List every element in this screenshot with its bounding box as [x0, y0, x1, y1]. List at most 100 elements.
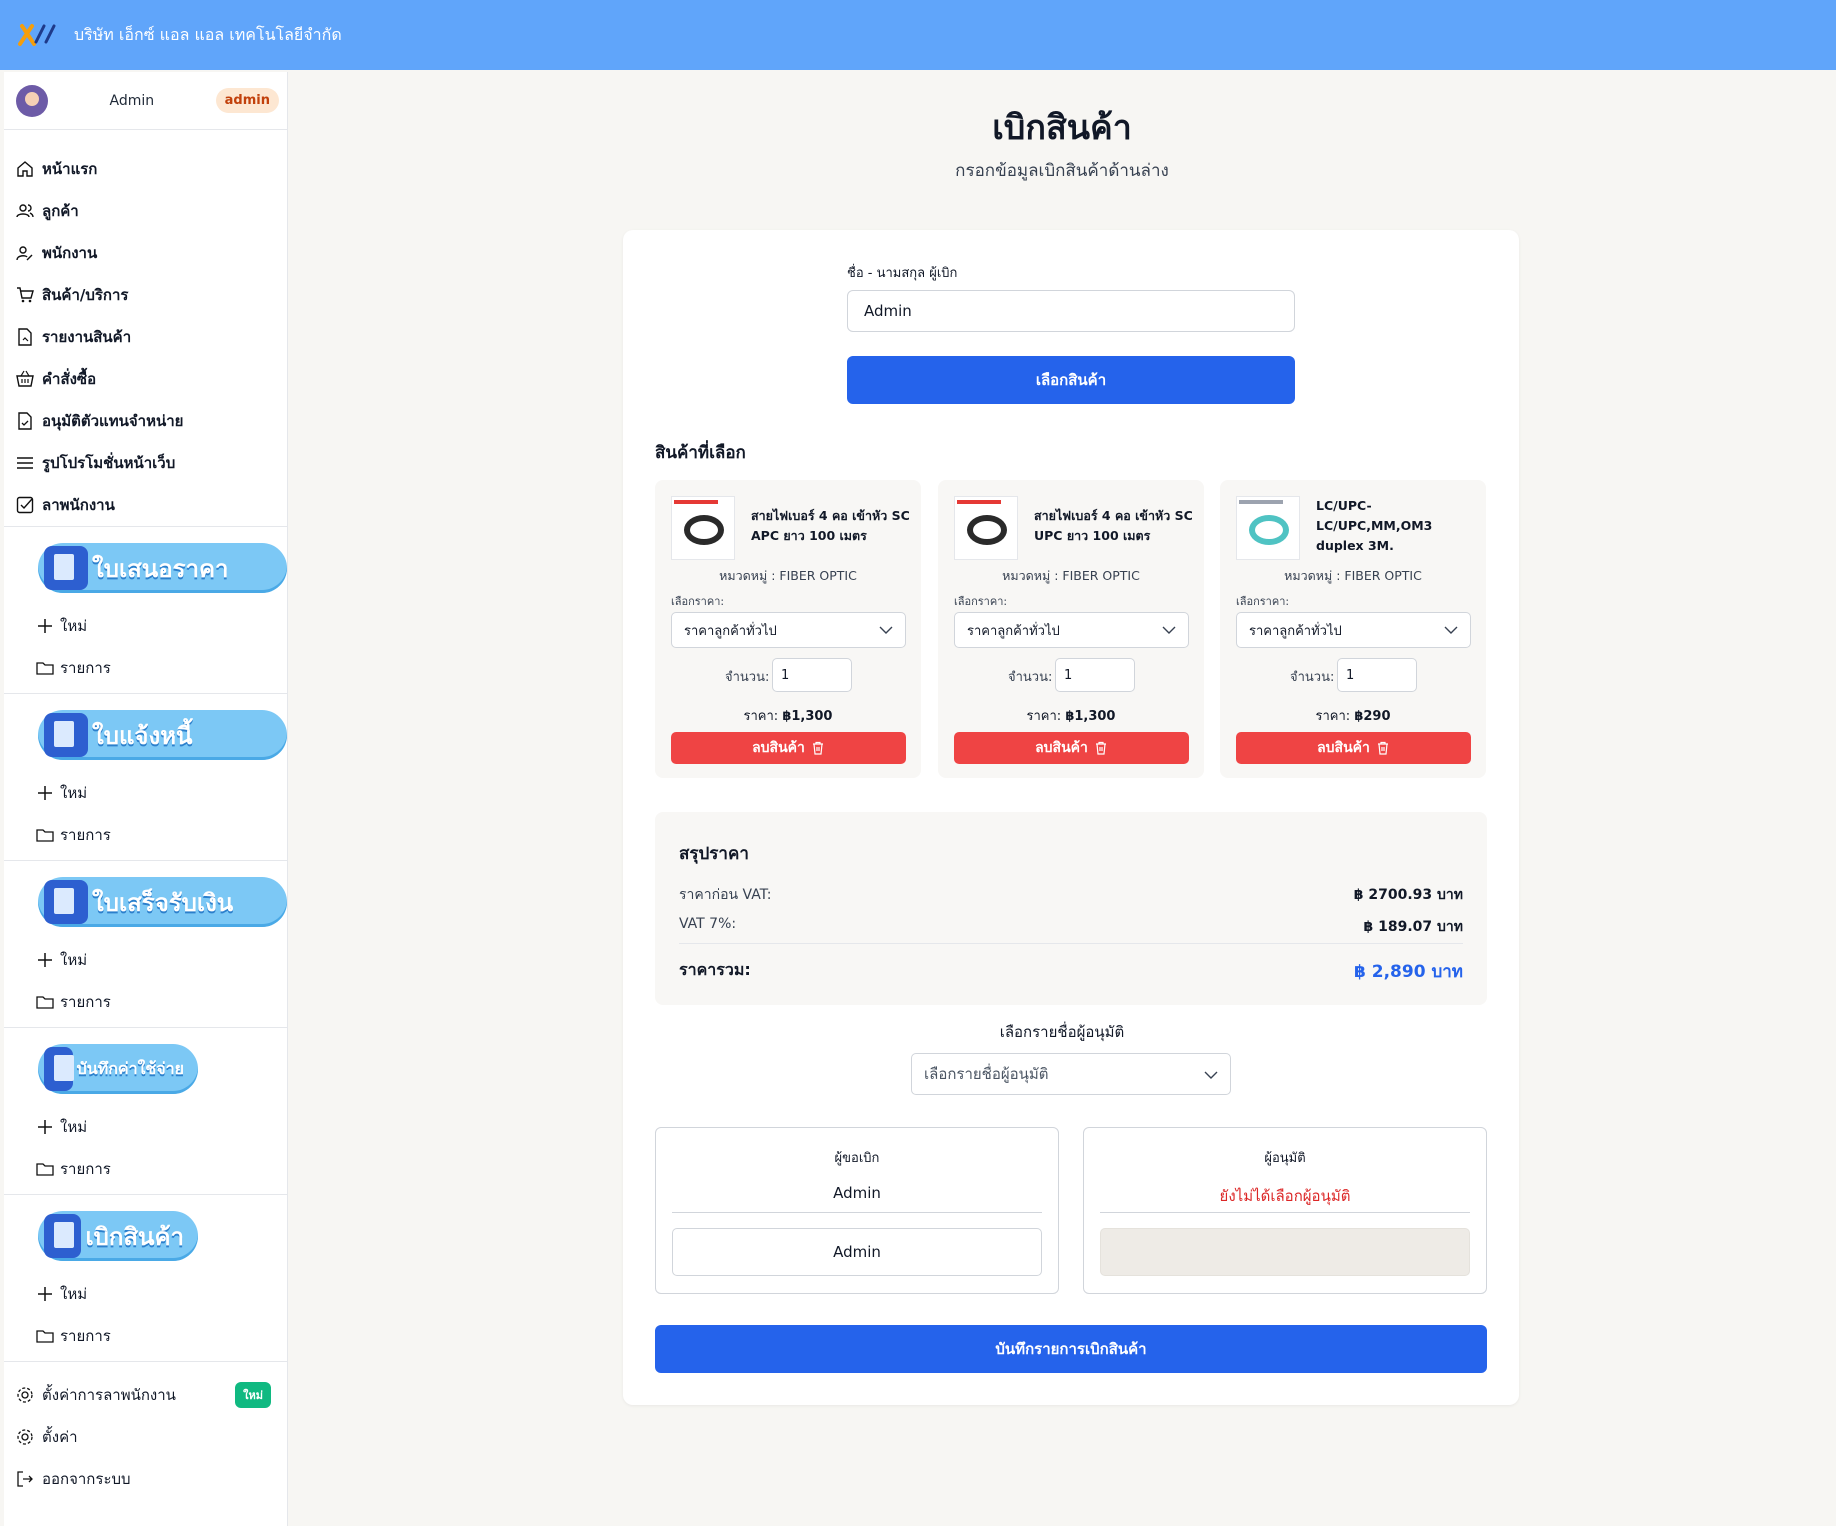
plus-icon — [38, 1120, 52, 1134]
price-select[interactable]: ราคาลูกค้าทั่วไป — [671, 612, 906, 648]
nav-leave[interactable]: ลาพนักงาน — [4, 484, 287, 526]
basket-icon — [16, 370, 34, 387]
approver-select[interactable]: เลือกรายชื่อผู้อนุมัติ — [911, 1053, 1231, 1095]
receipt-list-label: รายการ — [60, 993, 111, 1011]
nav-approve-dealers-label: อนุมัติตัวแทนจำหน่าย — [42, 412, 184, 430]
delete-label: ลบสินค้า — [1035, 740, 1088, 756]
user-name: Admin — [109, 92, 155, 109]
expense-list-label: รายการ — [60, 1160, 111, 1178]
receipt-list[interactable]: รายการ — [4, 981, 287, 1023]
withdrawal-banner[interactable]: เบิกสินค้า — [38, 1211, 198, 1261]
select-products-button[interactable]: เลือกสินค้า — [847, 356, 1295, 404]
avatar[interactable] — [16, 84, 48, 117]
company-logo[interactable] — [18, 22, 58, 48]
quotation-banner[interactable]: ใบเสนอราคา — [38, 543, 287, 593]
quotation-list[interactable]: รายการ — [4, 647, 287, 689]
invoice-new[interactable]: ใหม่ — [4, 772, 287, 814]
summary-divider — [679, 943, 1463, 944]
file-check-icon — [18, 412, 32, 430]
plus-icon — [38, 619, 52, 633]
nav-products-label: สินค้า/บริการ — [42, 286, 129, 304]
product-category: หมวดหมู่ : FIBER OPTIC — [1002, 568, 1140, 583]
product-card: สายไฟเบอร์ 4 คอ เข้าหัว SC APC ยาว 100 เ… — [655, 480, 921, 778]
nav-customers[interactable]: ลูกค้า — [4, 190, 287, 232]
section-withdrawal: เบิกสินค้า ใหม่ รายการ — [4, 1194, 287, 1361]
folder-icon — [36, 1330, 54, 1343]
plus-icon — [38, 953, 52, 967]
delete-product-button[interactable]: ลบสินค้า — [954, 732, 1189, 764]
approver-select-placeholder: เลือกรายชื่อผู้อนุมัติ — [924, 1065, 1049, 1083]
nav-product-report[interactable]: รายงานสินค้า — [4, 316, 287, 358]
role-badge: admin — [215, 88, 279, 113]
requester-label: ชื่อ - นามสกุล ผู้เบิก — [847, 266, 958, 281]
section-expense: บันทึกค่าใช้จ่าย ใหม่ รายการ — [4, 1027, 287, 1194]
nav-orders[interactable]: คำสั่งซื้อ — [4, 358, 287, 400]
withdrawal-icon — [44, 1214, 82, 1258]
folder-icon — [36, 996, 54, 1009]
invoice-list[interactable]: รายการ — [4, 814, 287, 856]
requester-signature-box: ผู้ขอเบิก Admin Admin — [655, 1127, 1059, 1294]
withdrawal-list[interactable]: รายการ — [4, 1315, 287, 1357]
folder-icon — [36, 829, 54, 842]
quantity-label: จำนวน: — [1290, 670, 1335, 685]
receipt-banner[interactable]: ใบเสร็จรับเงิน — [38, 877, 287, 927]
nav-products[interactable]: สินค้า/บริการ — [4, 274, 287, 316]
quantity-input[interactable]: 1 — [1055, 658, 1135, 692]
logout-link[interactable]: ออกจากระบบ — [4, 1458, 287, 1500]
leave-settings-link[interactable]: ตั้งค่าการลาพนักงาน ใหม่ — [4, 1374, 287, 1416]
nav-promotions[interactable]: รูปโปรโมชั่นหน้าเว็บ — [4, 442, 287, 484]
chevron-down-icon — [879, 626, 893, 634]
approver-signature-box: ผู้อนุมัติ ยังไม่ได้เลือกผู้อนุมัติ — [1083, 1127, 1487, 1294]
menu-icon — [17, 457, 33, 469]
invoice-icon — [44, 713, 88, 757]
withdrawal-new-label: ใหม่ — [60, 1285, 88, 1303]
trash-icon — [1095, 741, 1106, 755]
expense-banner[interactable]: บันทึกค่าใช้จ่าย — [38, 1044, 198, 1094]
expense-list[interactable]: รายการ — [4, 1148, 287, 1190]
price-value: ฿1,300 — [1065, 709, 1116, 724]
price-select[interactable]: ราคาลูกค้าทั่วไป — [1236, 612, 1471, 648]
before-vat-value: ฿ 2700.93 บาท — [1353, 887, 1463, 903]
nav-product-report-label: รายงานสินค้า — [42, 328, 132, 346]
price-select-label: เลือกราคา: — [954, 595, 1008, 608]
product-name: สายไฟเบอร์ 4 คอ เข้าหัว SC UPC ยาว 100 เ… — [1034, 508, 1193, 543]
section-quotation: ใบเสนอราคา ใหม่ รายการ — [4, 526, 287, 693]
requester-signature-field[interactable]: Admin — [672, 1228, 1042, 1276]
summary-vat: VAT 7%: ฿ 189.07 บาท — [679, 916, 1463, 938]
price-select-label: เลือกราคา: — [1236, 595, 1290, 608]
price-value: ฿290 — [1354, 709, 1391, 724]
chevron-down-icon — [1162, 626, 1176, 634]
quantity-input[interactable]: 1 — [1337, 658, 1417, 692]
nav-promotions-label: รูปโปรโมชั่นหน้าเว็บ — [42, 454, 176, 472]
top-bar: บริษัท เอ็กซ์ แอล แอล เทคโนโลยีจำกัด — [0, 0, 1836, 70]
file-report-icon — [18, 328, 32, 346]
expense-new[interactable]: ใหม่ — [4, 1106, 287, 1148]
expense-banner-label: บันทึกค่าใช้จ่าย — [76, 1058, 184, 1078]
nav-approve-dealers[interactable]: อนุมัติตัวแทนจำหน่าย — [4, 400, 287, 442]
quantity-input[interactable]: 1 — [772, 658, 852, 692]
invoice-banner[interactable]: ใบแจ้งหนี้ — [38, 710, 287, 760]
delete-product-button[interactable]: ลบสินค้า — [1236, 732, 1471, 764]
nav-employees[interactable]: พนักงาน — [4, 232, 287, 274]
requester-name-input[interactable] — [847, 290, 1295, 332]
settings-link[interactable]: ตั้งค่า — [4, 1416, 287, 1458]
requester-box-name: Admin — [833, 1184, 881, 1202]
product-image — [954, 496, 1018, 560]
save-withdrawal-button[interactable]: บันทึกรายการเบิกสินค้า — [655, 1325, 1487, 1373]
page-subtitle: กรอกข้อมูลเบิกสินค้าด้านล่าง — [955, 161, 1169, 181]
total-value: ฿ 2,890 บาท — [1354, 962, 1463, 982]
folder-icon — [36, 1163, 54, 1176]
product-category: หมวดหมู่ : FIBER OPTIC — [719, 568, 857, 583]
quotation-new[interactable]: ใหม่ — [4, 605, 287, 647]
product-category: หมวดหมู่ : FIBER OPTIC — [1284, 568, 1422, 583]
receipt-new[interactable]: ใหม่ — [4, 939, 287, 981]
price-select[interactable]: ราคาลูกค้าทั่วไป — [954, 612, 1189, 648]
nav-home[interactable]: หน้าแรก — [4, 148, 287, 190]
delete-product-button[interactable]: ลบสินค้า — [671, 732, 906, 764]
withdrawal-new[interactable]: ใหม่ — [4, 1273, 287, 1315]
trash-icon — [1377, 741, 1388, 755]
main-nav: หน้าแรก ลูกค้า พนักงาน สินค้า/บริการ ราย… — [4, 130, 287, 526]
nav-employees-label: พนักงาน — [42, 244, 98, 262]
approver-box-title: ผู้อนุมัติ — [1264, 1151, 1306, 1166]
page-title: เบิกสินค้า — [992, 108, 1132, 148]
